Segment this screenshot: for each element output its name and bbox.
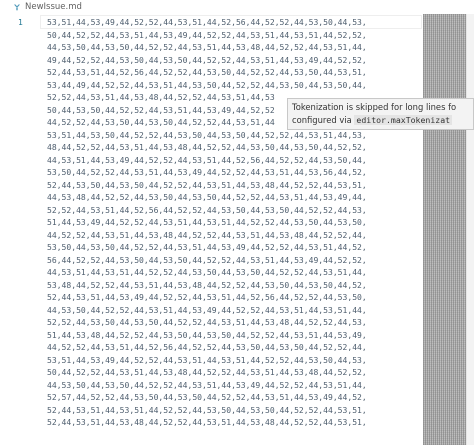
vertical-scrollbar[interactable] [466,14,474,445]
code-line: 52,44,53,51,44,52,56,44,52,52,44,53,50,4… [47,68,367,77]
code-line: 44,53,48,44,52,52,44,53,50,44,53,50,44,5… [47,193,367,202]
code-line: 44,53,50,44,53,50,44,52,52,44,53,51,44,5… [47,380,367,390]
code-line: 51,44,53,48,44,52,52,44,53,50,44,53,50,4… [47,330,367,340]
editor-gutter: 1 [0,14,40,445]
code-line: 44,53,51,44,53,51,44,52,52,44,53,50,44,5… [47,268,367,277]
breadcrumb-filename[interactable]: NewIssue.md [25,2,82,12]
code-line: 56,44,52,52,44,53,50,44,53,50,44,52,52,4… [47,255,367,265]
code-line: 52,44,53,51,44,53,49,44,52,52,44,53,51,4… [47,293,367,302]
code-line: 52,44,53,50,44,53,50,44,52,52,44,53,51,4… [47,180,367,190]
code-line: 53,44,49,44,52,52,44,53,51,44,53,50,44,5… [47,80,367,90]
tooltip-setting-name[interactable]: editor.maxTokenizat [354,115,453,125]
code-line: 44,53,50,44,52,52,44,53,51,44,53,49,44,5… [47,305,367,315]
line-number: 1 [18,18,23,27]
code-editor[interactable]: 1 53,51,44,53,49,44,52,52,44,53,51,44,52… [0,14,474,445]
code-line: 53,51,44,53,50,44,52,52,44,53,50,44,53,5… [47,130,367,140]
code-line: 53,50,44,53,50,44,52,52,44,53,51,44,53,4… [47,243,367,252]
code-line: 51,44,53,49,44,52,52,44,53,51,44,53,51,4… [47,218,367,227]
code-line: 52,57,44,52,52,44,53,50,44,53,50,44,52,5… [47,393,367,402]
tooltip-config-prefix: configured via [292,115,355,125]
tokenization-tooltip: Tokenization is skipped for long lines f… [287,98,474,130]
code-line: 52,44,53,51,44,53,48,44,52,52,44,53,51,4… [47,418,367,427]
code-line: 52,44,53,51,44,53,51,44,52,52,44,53,50,4… [47,405,367,415]
code-line: 44,52,52,44,53,51,44,53,48,44,52,52,44,5… [47,230,367,240]
code-line: 50,44,52,52,44,53,51,44,53,49,44,52,52,4… [47,30,367,40]
minimap[interactable] [423,14,466,445]
markdown-file-icon [13,3,21,11]
tooltip-message: Tokenization is skipped for long lines f… [292,102,457,112]
code-line: 48,44,52,52,44,53,51,44,53,48,44,52,52,4… [47,143,367,152]
code-line: 44,53,51,44,53,49,44,52,52,44,53,51,44,5… [47,155,367,165]
code-line: 53,51,44,53,49,44,52,52,44,53,51,44,52,5… [47,18,367,27]
code-line: 53,48,44,52,52,44,53,51,44,53,48,44,52,5… [47,280,367,290]
code-line: 52,52,44,53,51,44,52,56,44,52,52,44,53,5… [47,205,367,215]
code-line: 53,50,44,52,52,44,53,51,44,53,49,44,52,5… [47,168,367,177]
code-line: 44,53,50,44,53,50,44,52,52,44,53,51,44,5… [47,43,367,52]
code-line: 52,52,44,53,50,44,53,50,44,52,52,44,53,5… [47,318,367,327]
tooltip-config-line: configured via editor.maxTokenizat [292,114,473,127]
code-line: 44,52,52,44,53,51,44,52,56,44,52,52,44,5… [47,343,367,352]
code-line: 49,44,52,52,44,53,50,44,53,50,44,52,52,4… [47,55,367,65]
code-content[interactable]: 53,51,44,53,49,44,52,52,44,53,51,44,52,5… [47,17,422,430]
code-line: 53,51,44,53,49,44,52,52,44,53,51,44,53,5… [47,355,367,365]
code-line: 50,44,52,52,44,53,51,44,53,48,44,52,52,4… [47,368,367,377]
breadcrumb[interactable]: NewIssue.md [0,0,474,14]
